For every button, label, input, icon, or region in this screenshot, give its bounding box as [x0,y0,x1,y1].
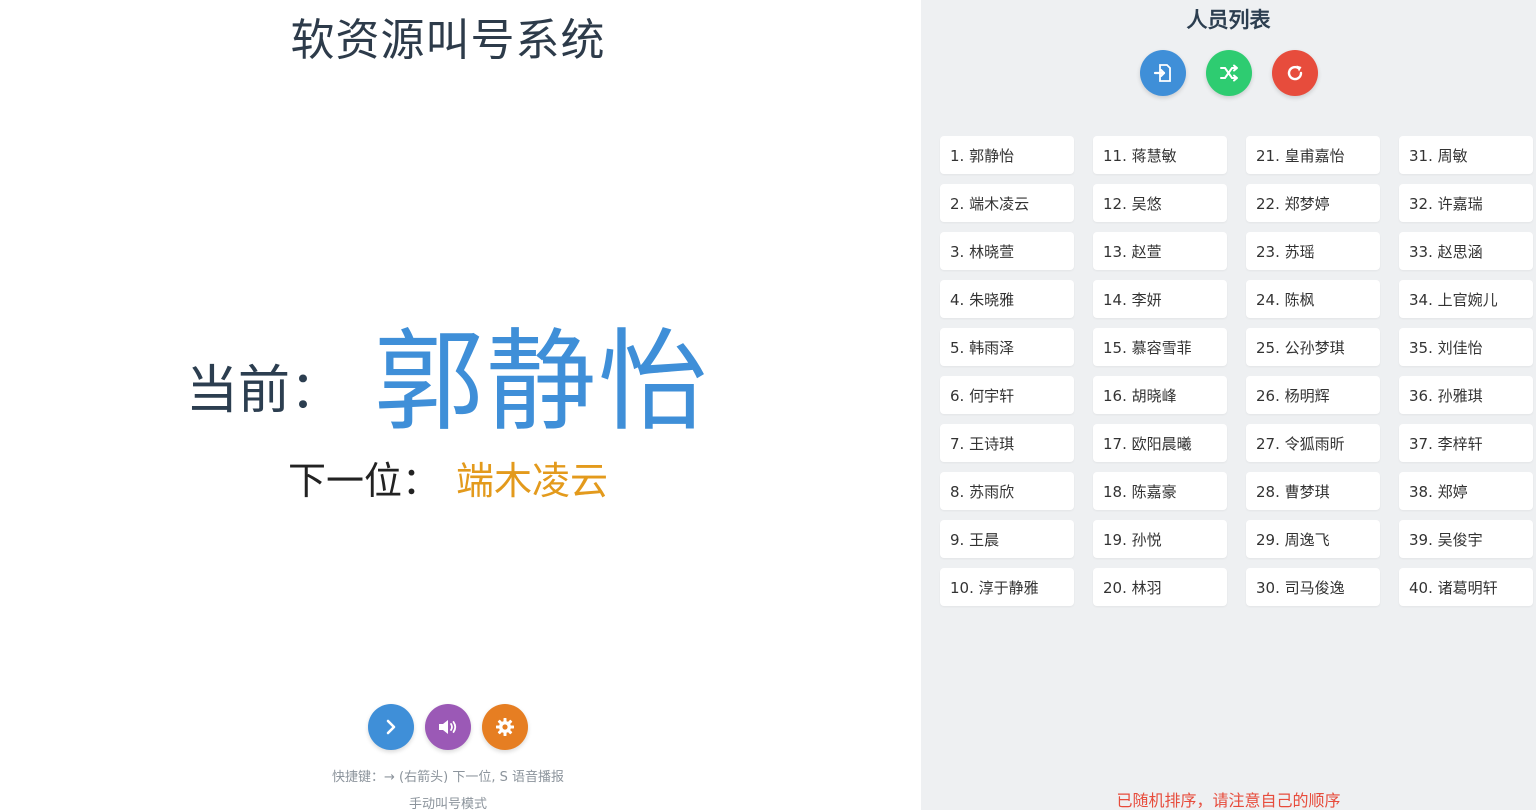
person-item[interactable]: 25. 公孙梦琪 [1246,328,1380,366]
app: 软资源叫号系统 当前： 郭静怡 下一位： 端木凌云 快捷键：→ (右箭头) 下一… [0,0,1536,810]
person-item[interactable]: 39. 吴俊宇 [1399,520,1533,558]
mode-label: 手动叫号模式 [408,797,487,810]
speak-button[interactable] [425,704,471,750]
person-item[interactable]: 23. 苏瑶 [1246,232,1380,270]
person-item[interactable]: 35. 刘佳怡 [1399,328,1533,366]
person-item[interactable]: 14. 李妍 [1093,280,1227,318]
person-item[interactable]: 22. 郑梦婷 [1246,184,1380,222]
person-item[interactable]: 26. 杨明辉 [1246,376,1380,414]
person-item[interactable]: 29. 周逸飞 [1246,520,1380,558]
person-item[interactable]: 21. 皇甫嘉怡 [1246,136,1380,174]
person-item[interactable]: 30. 司马俊逸 [1246,568,1380,606]
person-item[interactable]: 9. 王晨 [940,520,1074,558]
current-caller: 当前： 郭静怡 [0,292,896,452]
reset-button[interactable] [1271,50,1318,96]
person-item[interactable]: 19. 孙悦 [1093,520,1227,558]
current-label: 当前： [185,360,342,421]
shuffle-notice: 已随机排序，请注意自己的顺序 [1116,791,1341,810]
chevron-right-icon [382,718,400,736]
next-button[interactable] [368,704,414,750]
person-item[interactable]: 5. 韩雨泽 [940,328,1074,366]
person-item[interactable]: 40. 诸葛明轩 [1399,568,1533,606]
person-item[interactable]: 33. 赵思涵 [1399,232,1533,270]
calling-panel: 软资源叫号系统 当前： 郭静怡 下一位： 端木凌云 快捷键：→ (右箭头) 下一… [0,0,921,810]
page-title: 软资源叫号系统 [290,15,606,66]
settings-button[interactable] [482,704,528,750]
person-item[interactable]: 6. 何宇轩 [940,376,1074,414]
person-item[interactable]: 11. 蒋慧敏 [1093,136,1227,174]
person-item[interactable]: 27. 令狐雨昕 [1246,424,1380,462]
call-controls [0,704,896,750]
person-item[interactable]: 20. 林羽 [1093,568,1227,606]
people-grid: 1. 郭静怡 2. 端木凌云 3. 林晓萱 4. 朱晓雅 5. 韩雨泽 6. 何宇轩 7. … [940,136,1536,606]
refresh-icon [1285,63,1305,83]
person-item[interactable]: 28. 曹梦琪 [1246,472,1380,510]
person-item[interactable]: 15. 慕容雪菲 [1093,328,1227,366]
list-controls [921,50,1536,96]
person-item[interactable]: 31. 周敏 [1399,136,1533,174]
import-icon [1153,63,1173,83]
next-label: 下一位： [287,459,440,503]
person-item[interactable]: 4. 朱晓雅 [940,280,1074,318]
shuffle-icon [1219,64,1239,82]
person-item[interactable]: 24. 陈枫 [1246,280,1380,318]
person-item[interactable]: 2. 端木凌云 [940,184,1074,222]
person-item[interactable]: 32. 许嘉瑞 [1399,184,1533,222]
list-title: 人员列表 [1186,8,1271,32]
person-item[interactable]: 37. 李梓轩 [1399,424,1533,462]
person-item[interactable]: 3. 林晓萱 [940,232,1074,270]
gear-icon [495,717,515,737]
person-item[interactable]: 38. 郑婷 [1399,472,1533,510]
person-item[interactable]: 10. 淳于静雅 [940,568,1074,606]
person-item[interactable]: 13. 赵萱 [1093,232,1227,270]
person-item[interactable]: 16. 胡晓峰 [1093,376,1227,414]
speaker-icon [437,717,459,737]
person-item[interactable]: 18. 陈嘉豪 [1093,472,1227,510]
shuffle-button[interactable] [1205,50,1252,96]
person-item[interactable]: 12. 吴悠 [1093,184,1227,222]
shortcut-hint: 快捷键：→ (右箭头) 下一位, S 语音播报 [332,770,564,785]
person-item[interactable]: 1. 郭静怡 [940,136,1074,174]
person-item[interactable]: 36. 孙雅琪 [1399,376,1533,414]
person-item[interactable]: 8. 苏雨欣 [940,472,1074,510]
person-item[interactable]: 34. 上官婉儿 [1399,280,1533,318]
import-button[interactable] [1139,50,1186,96]
next-name: 端木凌云 [456,459,609,503]
person-item[interactable]: 17. 欧阳晨曦 [1093,424,1227,462]
next-caller: 下一位： 端木凌云 [0,450,896,505]
current-name: 郭静怡 [374,318,710,446]
people-panel: 人员列表 1. 郭静怡 2. 端木凌云 3. 林晓萱 4. 朱晓雅 5. 韩雨泽… [921,0,1536,810]
person-item[interactable]: 7. 王诗琪 [940,424,1074,462]
